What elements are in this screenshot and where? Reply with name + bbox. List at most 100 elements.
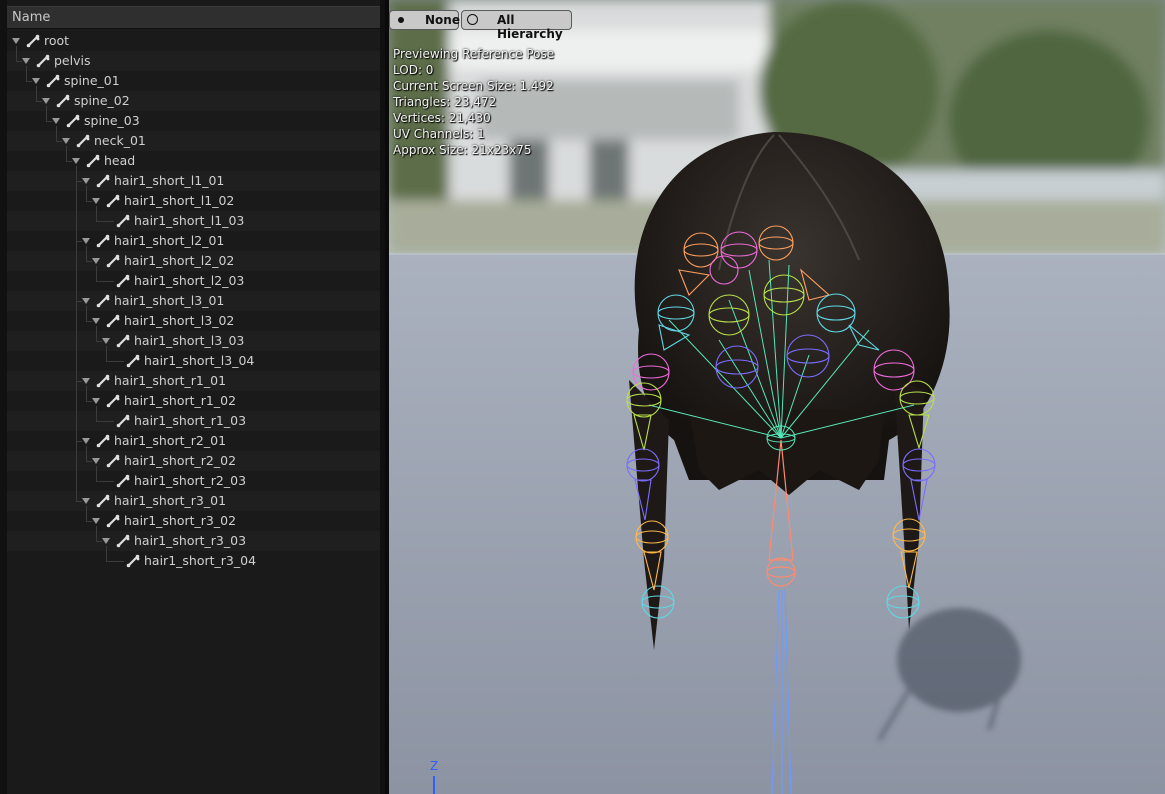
approx-size-text: Approx Size: 21x23x75 [393,143,532,157]
name-column-label: Name [12,10,51,25]
tree-row[interactable]: hair1_short_r2_02 [7,451,380,471]
tree-guide-line [106,561,124,562]
tree-row[interactable]: hair1_short_l1_02 [7,191,380,211]
bone-label: hair1_short_l2_01 [114,233,225,248]
tree-guide-line [96,341,102,342]
bone-icon [106,194,120,208]
bone-label: spine_02 [74,93,130,108]
expand-arrow-icon[interactable] [22,58,30,64]
tree-guide-line [96,421,114,422]
tree-guide-line [86,506,87,521]
tree-guide-line [56,141,62,142]
tree-row[interactable]: hair1_short_l2_01 [7,231,380,251]
expand-arrow-icon[interactable] [82,178,90,184]
bone-label: pelvis [54,53,91,68]
expand-arrow-icon[interactable] [92,398,100,404]
expand-arrow-icon[interactable] [102,538,110,544]
expand-arrow-icon[interactable] [12,38,20,44]
expand-arrow-icon[interactable] [102,338,110,344]
tree-row[interactable]: hair1_short_r3_03 [7,531,380,551]
tree-guide-line [86,461,92,462]
tree-column-header[interactable]: Name [7,6,380,29]
radio-unselected-icon [467,14,478,25]
tree-guide-line [86,321,92,322]
tree-row[interactable]: hair1_short_r1_01 [7,371,380,391]
tree-row[interactable]: pelvis [7,51,380,71]
bone-label: spine_03 [84,113,140,128]
tree-row[interactable]: spine_03 [7,111,380,131]
bone-label: hair1_short_l3_03 [134,333,245,348]
expand-arrow-icon[interactable] [82,238,90,244]
tree-row[interactable]: root [7,31,380,51]
tree-row[interactable]: hair1_short_r3_02 [7,511,380,531]
bone-label: hair1_short_l3_02 [124,313,235,328]
expand-arrow-icon[interactable] [92,258,100,264]
bone-label: hair1_short_r3_01 [114,493,227,508]
tree-row[interactable]: hair1_short_r3_01 [7,491,380,511]
tree-guide-line [86,386,87,401]
expand-arrow-icon[interactable] [82,438,90,444]
expand-arrow-icon[interactable] [92,518,100,524]
tree-row[interactable]: hair1_short_l1_03 [7,211,380,231]
expand-arrow-icon[interactable] [92,318,100,324]
bone-icon [106,514,120,528]
expand-arrow-icon[interactable] [62,138,70,144]
tree-row[interactable]: hair1_short_l1_01 [7,171,380,191]
tree-guide-line [36,86,37,101]
bone-label: hair1_short_r3_04 [144,553,257,568]
tree-row[interactable]: hair1_short_r2_01 [7,431,380,451]
expand-arrow-icon[interactable] [82,498,90,504]
bone-icon [96,434,110,448]
expand-arrow-icon[interactable] [52,118,60,124]
bone-icon [96,494,110,508]
bone-draw-none-button[interactable]: None [389,10,460,30]
bone-icon [36,54,50,68]
bone-icon [106,454,120,468]
bone-label: head [104,153,136,168]
expand-arrow-icon[interactable] [92,458,100,464]
bone-label: neck_01 [94,133,146,148]
bone-label: hair1_short_r1_01 [114,373,227,388]
tree-row[interactable]: hair1_short_l2_02 [7,251,380,271]
expand-arrow-icon[interactable] [42,98,50,104]
tree-row[interactable]: hair1_short_l3_04 [7,351,380,371]
tree-row[interactable]: hair1_short_r1_03 [7,411,380,431]
bone-icon [96,294,110,308]
expand-arrow-icon[interactable] [72,158,80,164]
bone-icon [56,94,70,108]
expand-arrow-icon[interactable] [82,378,90,384]
bone-icon [126,354,140,368]
bone-icon [66,114,80,128]
tree-guide-line [86,446,87,461]
preview-viewport[interactable]: None All Hierarchy Previewing Reference … [389,0,1165,794]
tree-row[interactable]: hair1_short_r2_03 [7,471,380,491]
tree-guide-line [96,406,97,421]
tree-row[interactable]: neck_01 [7,131,380,151]
tree-guide-line [46,106,47,121]
tree-guide-line [96,206,97,221]
tree-row[interactable]: hair1_short_l3_03 [7,331,380,351]
tree-row[interactable]: head [7,151,380,171]
tree-row[interactable]: hair1_short_l3_02 [7,311,380,331]
tree-row[interactable]: spine_02 [7,91,380,111]
bone-label: hair1_short_l1_02 [124,193,235,208]
tree-row[interactable]: hair1_short_r1_02 [7,391,380,411]
expand-arrow-icon[interactable] [32,78,40,84]
all-hierarchy-button[interactable]: All Hierarchy [461,10,572,41]
expand-arrow-icon[interactable] [92,198,100,204]
tree-guide-line [96,266,97,281]
bone-label: hair1_short_l1_01 [114,173,225,188]
bone-label: hair1_short_l2_02 [124,253,235,268]
bone-icon [96,234,110,248]
tree-row[interactable]: hair1_short_l3_01 [7,291,380,311]
bone-label: hair1_short_l3_04 [144,353,255,368]
tree-row[interactable]: hair1_short_r3_04 [7,551,380,571]
expand-arrow-icon[interactable] [82,298,90,304]
triangles-text: Triangles: 23,472 [393,95,497,109]
tree-row[interactable]: spine_01 [7,71,380,91]
bone-icon [76,134,90,148]
screen-size-text: Current Screen Size: 1.492 [393,79,554,93]
tree-row[interactable]: hair1_short_l2_03 [7,271,380,291]
bone-icon [106,394,120,408]
tree-guide-line [76,501,82,502]
